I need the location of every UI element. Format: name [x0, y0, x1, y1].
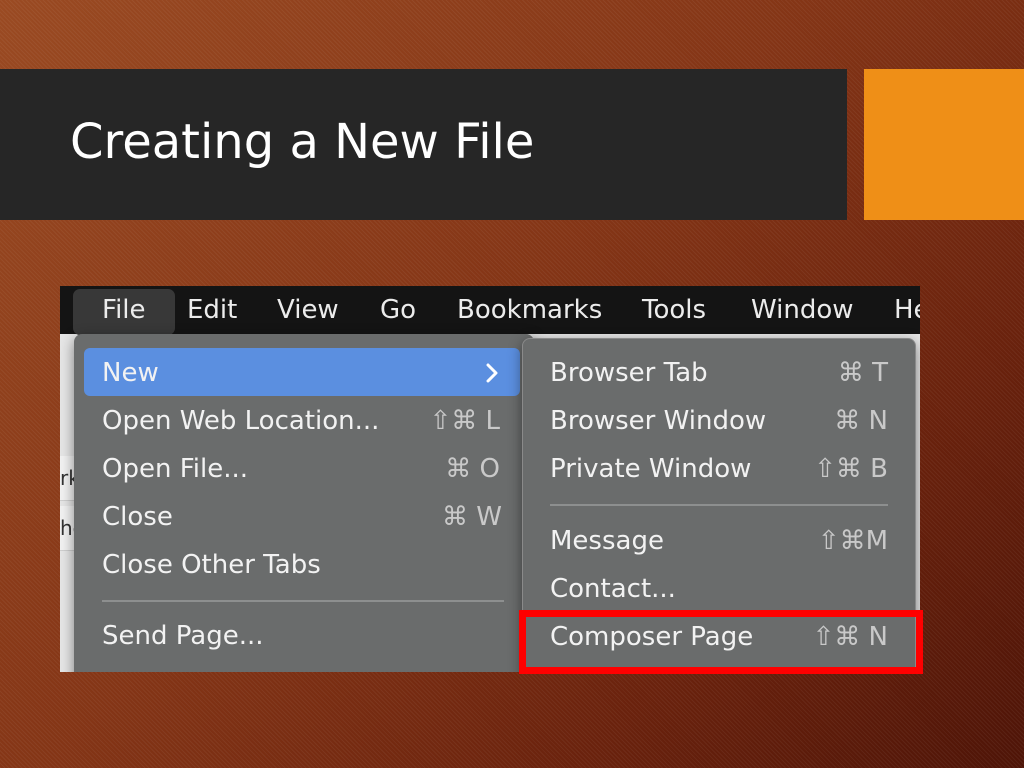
menu-item-new[interactable]: New [102, 350, 500, 396]
slide-title: Creating a New File [70, 114, 535, 170]
menubar-help[interactable]: He [894, 286, 920, 334]
menu-item-close-other-tabs[interactable]: Close Other Tabs [102, 542, 500, 588]
menu-item-shortcut: ⌘ T [837, 358, 888, 388]
menubar-view[interactable]: View [277, 286, 339, 334]
menu-item-send-page[interactable]: Send Page... [102, 613, 500, 659]
menu-item-label: Browser Window [550, 406, 767, 436]
menu-item-open-file[interactable]: Open File... ⌘ O [102, 446, 500, 492]
menu-item-label: Close Other Tabs [102, 550, 321, 580]
menubar-go[interactable]: Go [380, 286, 416, 334]
menu-item-label: Contact... [550, 574, 676, 604]
menu-item-shortcut: ⌘ N [834, 406, 888, 436]
menu-item-shortcut: ⇧⌘ B [814, 454, 888, 484]
menu-item-label: New [102, 358, 159, 388]
submenu-item-private-window[interactable]: Private Window ⇧⌘ B [550, 446, 888, 492]
submenu-item-browser-window[interactable]: Browser Window ⌘ N [550, 398, 888, 444]
menu-item-shortcut: ⌘ W [442, 502, 502, 532]
menubar-tools[interactable]: Tools [642, 286, 706, 334]
menu-item-label: Send Page... [102, 621, 264, 651]
menu-item-label: Open Web Location... [102, 406, 380, 436]
menubar-bookmarks[interactable]: Bookmarks [457, 286, 602, 334]
menubar: File Edit View Go Bookmarks Tools Window… [60, 286, 920, 335]
menu-item-shortcut: ⇧⌘ L [429, 406, 500, 436]
menu-item-shortcut: ⌘ O [445, 454, 500, 484]
highlight-box [519, 610, 923, 674]
menu-item-label: Close [102, 502, 173, 532]
menubar-window[interactable]: Window [751, 286, 854, 334]
menu-item-label: Open File... [102, 454, 249, 484]
menu-separator [102, 600, 504, 602]
submenu-item-message[interactable]: Message ⇧⌘M [550, 518, 888, 564]
menu-item-label: Message [550, 526, 664, 556]
menu-item-close[interactable]: Close ⌘ W [102, 494, 502, 540]
submenu-item-browser-tab[interactable]: Browser Tab ⌘ T [550, 350, 888, 396]
menubar-file[interactable]: File [102, 286, 146, 334]
menu-item-label: Private Window [550, 454, 752, 484]
menu-item-open-web-location[interactable]: Open Web Location... ⇧⌘ L [102, 398, 500, 444]
menu-item-shortcut: ⇧⌘M [817, 526, 888, 556]
menu-separator [550, 504, 888, 506]
menubar-edit[interactable]: Edit [187, 286, 237, 334]
accent-block [864, 69, 1024, 220]
menu-item-label: Browser Tab [550, 358, 708, 388]
submenu-item-contact[interactable]: Contact... [550, 566, 888, 612]
